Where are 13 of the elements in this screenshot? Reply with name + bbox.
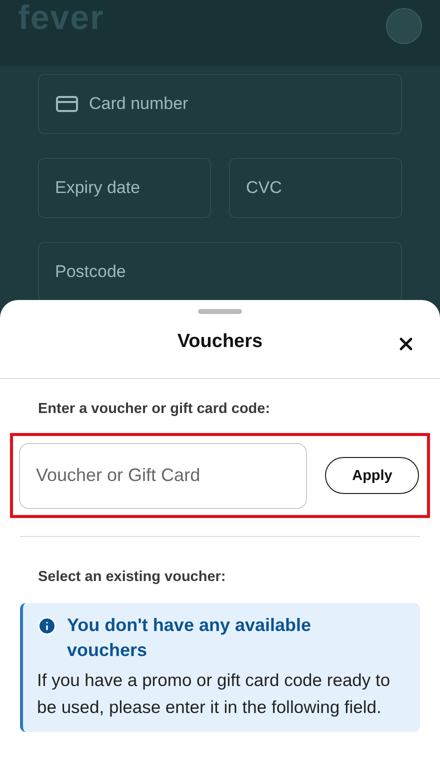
cvc-field: CVC xyxy=(229,158,402,218)
voucher-code-field[interactable]: Voucher or Gift Card xyxy=(19,442,308,508)
code-label: Enter a voucher or gift card code: xyxy=(37,401,272,417)
notice-text: If you have a promo or gift card code ready to be used, please enter it in the following field. xyxy=(37,669,392,719)
existing-voucher-label: Select an existing voucher: xyxy=(37,569,227,585)
drag-handle[interactable] xyxy=(198,309,242,314)
expiry-date-field: Expiry date xyxy=(38,158,211,218)
avatar[interactable] xyxy=(386,8,422,44)
notice-title: You don't have any available vouchers xyxy=(67,614,312,662)
apply-button[interactable]: Apply xyxy=(325,457,419,494)
card-number-field: Card number xyxy=(38,74,402,134)
info-icon xyxy=(37,616,57,636)
sheet-title: Vouchers xyxy=(177,331,263,353)
